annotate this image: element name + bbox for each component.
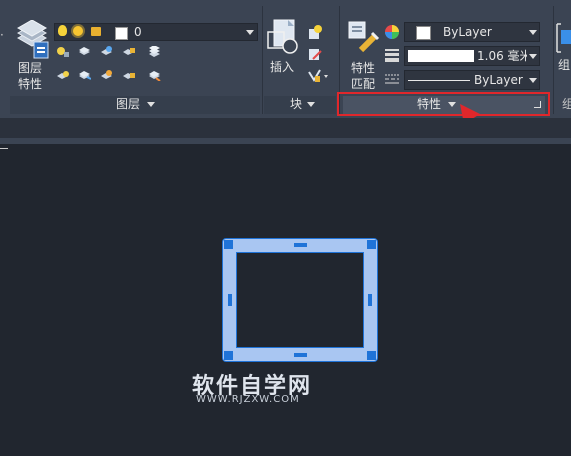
color-swatch: [416, 26, 431, 40]
layer-dropdown-value: 0: [134, 25, 142, 39]
layer-tools-row-1: [56, 46, 176, 60]
layer-match-icon[interactable]: [148, 46, 161, 57]
linetype-icon: [385, 74, 399, 84]
block-panel-title-bar[interactable]: 块: [264, 96, 336, 114]
layer-tools-row-2: [56, 70, 176, 84]
layer-off-icon[interactable]: [56, 46, 69, 57]
chevron-down-icon: [529, 30, 537, 35]
chevron-down-icon: [147, 102, 155, 107]
layer-walk-icon[interactable]: [148, 70, 161, 81]
canvas-corner-mark: [0, 148, 8, 149]
grip-mid-bottom[interactable]: [294, 353, 307, 357]
layer-stack-icon: [16, 20, 49, 59]
block-attributes-icon[interactable]: [307, 68, 329, 84]
grip-mid-left[interactable]: [228, 294, 232, 306]
layer-thaw-icon[interactable]: [100, 70, 113, 81]
watermark-url: WWW.RJZXW.COM: [196, 394, 300, 405]
selected-rectangle[interactable]: [222, 238, 378, 362]
ribbon-bottom-strip: [0, 118, 571, 138]
bulb-on-icon: [58, 25, 67, 36]
insert-block-button[interactable]: 插入: [266, 18, 302, 78]
color-wheel-icon: [385, 25, 399, 39]
grip-corner-top-right[interactable]: [367, 240, 376, 249]
linetype-dropdown-value: ByLayer: [474, 73, 523, 87]
grip-corner-bottom-left[interactable]: [224, 351, 233, 360]
chevron-down-icon: [529, 54, 537, 59]
groups-panel-title: 组: [562, 97, 571, 111]
linetype-preview: [408, 80, 470, 81]
panel-divider: [553, 6, 554, 114]
layer-dropdown[interactable]: 0: [54, 23, 258, 41]
layer-freeze-icon[interactable]: [100, 46, 113, 57]
lineweight-dropdown-value: 1.06 毫米: [477, 49, 527, 63]
group-label: 组: [558, 58, 571, 72]
prev-panel-fragment: ·: [0, 28, 4, 42]
layer-lock-icon[interactable]: [122, 46, 135, 57]
create-block-icon[interactable]: [307, 24, 323, 40]
drawing-canvas[interactable]: 软件自学网 WWW.RJZXW.COM: [0, 144, 571, 456]
layers-panel-title: 图层: [116, 97, 141, 111]
layer-properties-button[interactable]: 图层 特性: [14, 20, 50, 92]
linetype-dropdown[interactable]: ByLayer: [404, 70, 540, 90]
sun-icon: [73, 26, 83, 36]
layer-on-icon[interactable]: [56, 70, 69, 81]
match-properties-button[interactable]: 特性 匹配: [345, 20, 381, 92]
layer-color-swatch: [115, 27, 128, 40]
layer-unlock-icon[interactable]: [122, 70, 135, 81]
color-dropdown-value: ByLayer: [443, 25, 492, 39]
match-properties-icon: [348, 21, 380, 53]
lineweight-dropdown[interactable]: 1.06 毫米: [404, 46, 540, 66]
chevron-down-icon: [246, 30, 254, 35]
lineweight-icon: [385, 49, 399, 62]
grip-corner-bottom-right[interactable]: [367, 351, 376, 360]
rectangle-inner-hole: [236, 252, 364, 348]
layer-isolate-icon[interactable]: [78, 46, 91, 57]
chevron-down-icon: [307, 102, 315, 107]
grip-mid-top[interactable]: [294, 243, 307, 247]
group-icon[interactable]: [555, 22, 571, 54]
block-panel-title: 块: [290, 97, 303, 111]
match-properties-label: 特性 匹配: [351, 61, 376, 91]
panel-divider: [262, 6, 263, 114]
insert-block-icon: [267, 19, 298, 54]
grip-mid-right[interactable]: [368, 294, 372, 306]
insert-label: 插入: [270, 60, 295, 74]
edit-block-icon[interactable]: [307, 46, 323, 62]
unlock-icon: [91, 27, 101, 36]
chevron-down-icon: [529, 78, 537, 83]
grip-corner-top-left[interactable]: [224, 240, 233, 249]
layer-properties-label: 图层 特性: [18, 61, 43, 91]
color-dropdown[interactable]: ByLayer: [404, 22, 540, 42]
layers-panel-title-bar[interactable]: 图层: [10, 96, 260, 114]
layer-copy-icon[interactable]: [78, 70, 91, 81]
lineweight-preview: [408, 50, 474, 62]
